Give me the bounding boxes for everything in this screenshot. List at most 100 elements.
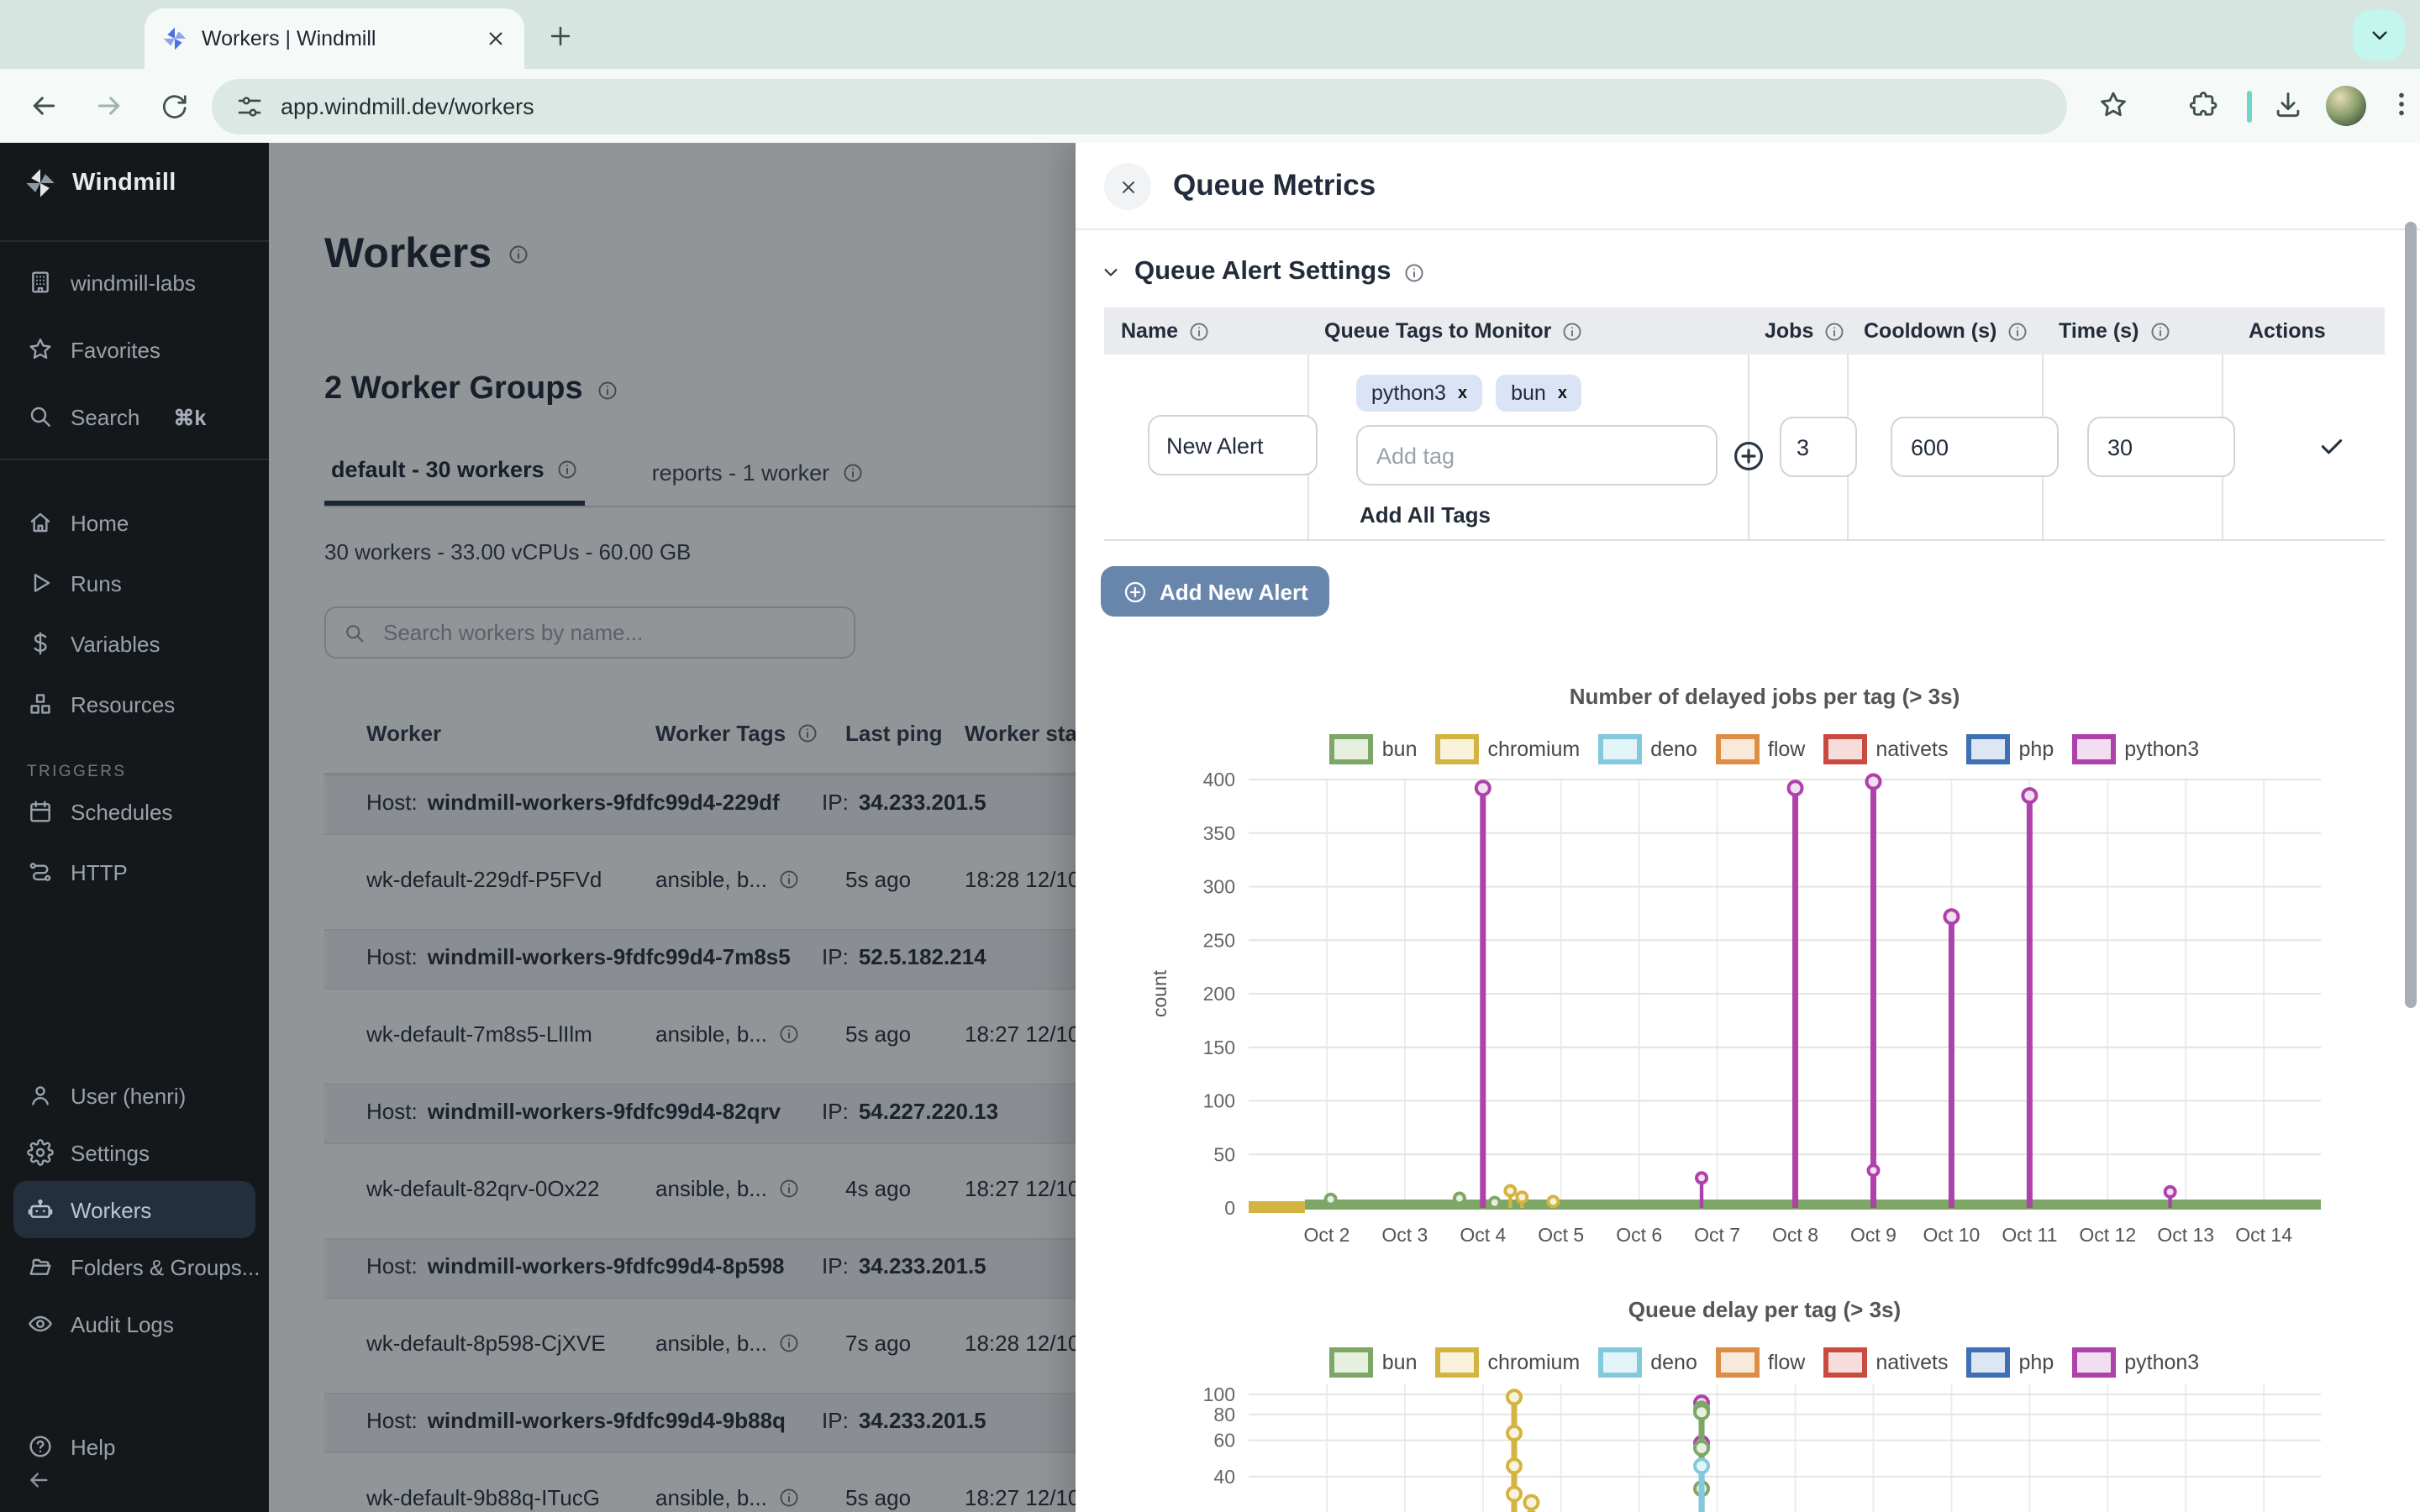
info-icon[interactable] [2007, 320, 2028, 342]
sidebar-item-search[interactable]: Search⌘k [0, 383, 269, 450]
star-icon [27, 336, 54, 363]
sidebar-item-audit-logs[interactable]: Audit Logs [0, 1295, 269, 1352]
extensions-icon[interactable] [2186, 89, 2218, 121]
eye-icon [27, 1310, 54, 1337]
route-icon [27, 858, 54, 885]
sidebar-item-label: HTTP [71, 859, 128, 885]
delayed-jobs-chart-title: Number of delayed jobs per tag (> 3s) [1143, 684, 2386, 709]
remove-tag-icon[interactable]: x [1458, 384, 1467, 402]
sidebar-item-home[interactable]: Home [0, 492, 269, 553]
legend-item-python3: python3 [2072, 1347, 2199, 1378]
alert-column-header: Name [1104, 307, 1307, 354]
sidebar-item-workers[interactable]: Workers [13, 1181, 255, 1238]
toolbar-divider [2247, 91, 2252, 123]
queue-alert-settings-section[interactable]: Queue Alert Settings [1099, 257, 1424, 287]
sidebar-item-user-henri[interactable]: User (henri) [0, 1067, 269, 1124]
sidebar-divider [0, 240, 269, 242]
sidebar-item-folders-groups[interactable]: Folders & Groups... [0, 1238, 269, 1295]
downloads-icon[interactable] [2272, 89, 2304, 121]
collapse-sidebar-icon[interactable] [25, 1467, 52, 1494]
sidebar: Windmill windmill-labsFavoritesSearch⌘k … [0, 143, 269, 1512]
section-title: Queue Alert Settings [1134, 257, 1391, 287]
svg-text:50: 50 [1213, 1143, 1235, 1165]
info-icon[interactable] [1561, 320, 1583, 342]
sidebar-item-runs[interactable]: Runs [0, 553, 269, 613]
tab-title: Workers | Windmill [202, 27, 474, 50]
add-tag-button[interactable] [1731, 438, 1766, 473]
reload-button[interactable] [158, 91, 188, 121]
svg-text:200: 200 [1203, 983, 1235, 1005]
sidebar-item-label: Folders & Groups... [71, 1254, 260, 1279]
svg-text:Oct 10: Oct 10 [1923, 1224, 1981, 1246]
alert-settings-table: NameQueue Tags to MonitorJobsCooldown (s… [1104, 307, 2385, 541]
browser-tab-strip: Workers | Windmill [0, 0, 2420, 69]
confirm-alert-button[interactable] [2317, 432, 2346, 460]
svg-text:Oct 8: Oct 8 [1772, 1224, 1818, 1246]
info-icon[interactable] [2149, 320, 2170, 342]
jobs-input[interactable] [1780, 417, 1857, 477]
sidebar-item-http[interactable]: HTTP [0, 842, 269, 902]
svg-text:400: 400 [1203, 769, 1235, 790]
browser-menu-icon[interactable] [2386, 89, 2417, 119]
avatar[interactable] [2326, 86, 2366, 126]
svg-text:Oct 4: Oct 4 [1460, 1224, 1506, 1246]
drawer-divider [1076, 228, 2420, 230]
svg-text:Oct 7: Oct 7 [1694, 1224, 1740, 1246]
add-new-alert-button[interactable]: Add New Alert [1101, 566, 1330, 617]
sidebar-item-resources[interactable]: Resources [0, 674, 269, 734]
bookmark-star-icon[interactable] [2097, 89, 2129, 121]
svg-text:Oct 2: Oct 2 [1303, 1224, 1349, 1246]
tab-search-button[interactable] [2353, 10, 2405, 60]
help-icon [27, 1433, 54, 1460]
sidebar-item-settings[interactable]: Settings [0, 1124, 269, 1181]
tab-close-icon[interactable] [484, 27, 508, 50]
info-icon[interactable] [1823, 320, 1845, 342]
add-all-tags-link[interactable]: Add All Tags [1360, 502, 1491, 528]
svg-text:Oct 9: Oct 9 [1850, 1224, 1897, 1246]
windmill-logo[interactable]: Windmill [24, 166, 176, 200]
svg-text:100: 100 [1203, 1383, 1235, 1405]
gear-icon [27, 1139, 54, 1166]
user-icon [27, 1082, 54, 1109]
back-button[interactable] [27, 89, 60, 123]
sidebar-item-favorites[interactable]: Favorites [0, 316, 269, 383]
boxes-icon [27, 690, 54, 717]
sidebar-item-label: Audit Logs [71, 1311, 174, 1336]
sidebar-item-variables[interactable]: Variables [0, 613, 269, 674]
drawer-title: Queue Metrics [1173, 168, 1376, 203]
info-icon[interactable] [1188, 320, 1210, 342]
close-drawer-button[interactable] [1104, 163, 1151, 210]
legend-item-chromium: chromium [1436, 1347, 1581, 1378]
sidebar-item-label: Variables [71, 631, 160, 656]
sidebar-item-label: Home [71, 510, 129, 535]
forward-button[interactable] [92, 89, 126, 123]
svg-text:Oct 5: Oct 5 [1538, 1224, 1584, 1246]
queue-delay-chart-legend: bunchromiumdenoflownativetsphppython3 [1143, 1347, 2386, 1378]
alert-column-header: Jobs [1748, 307, 1847, 354]
svg-text:40: 40 [1213, 1466, 1235, 1488]
add-tag-input[interactable] [1356, 425, 1718, 486]
alert-column-header: Queue Tags to Monitor [1307, 307, 1748, 354]
time-input[interactable] [2087, 417, 2235, 477]
svg-text:60: 60 [1213, 1430, 1235, 1452]
sidebar-item-help[interactable]: Help [0, 1426, 269, 1467]
screen: Workers | Windmill app.windmill.dev/work… [0, 0, 2420, 1512]
site-settings-icon[interactable] [235, 92, 264, 121]
svg-text:300: 300 [1203, 876, 1235, 898]
svg-text:0: 0 [1224, 1197, 1235, 1219]
alert-column-header: Time (s) [2042, 307, 2222, 354]
sidebar-item-windmill-labs[interactable]: windmill-labs [0, 249, 269, 316]
play-icon [27, 570, 54, 596]
folder-icon [27, 1253, 54, 1280]
browser-tab[interactable]: Workers | Windmill [145, 8, 524, 69]
sidebar-item-schedules[interactable]: Schedules [0, 781, 269, 842]
drawer-scrollbar-thumb[interactable] [2405, 222, 2417, 1008]
new-tab-button[interactable] [546, 22, 575, 50]
info-icon[interactable] [1402, 261, 1424, 283]
building-icon [27, 269, 54, 296]
sidebar-item-label: Settings [71, 1140, 150, 1165]
cooldown-input[interactable] [1891, 417, 2059, 477]
alert-name-input[interactable] [1148, 415, 1318, 475]
remove-tag-icon[interactable]: x [1558, 384, 1567, 402]
url-bar[interactable]: app.windmill.dev/workers [212, 79, 2067, 134]
